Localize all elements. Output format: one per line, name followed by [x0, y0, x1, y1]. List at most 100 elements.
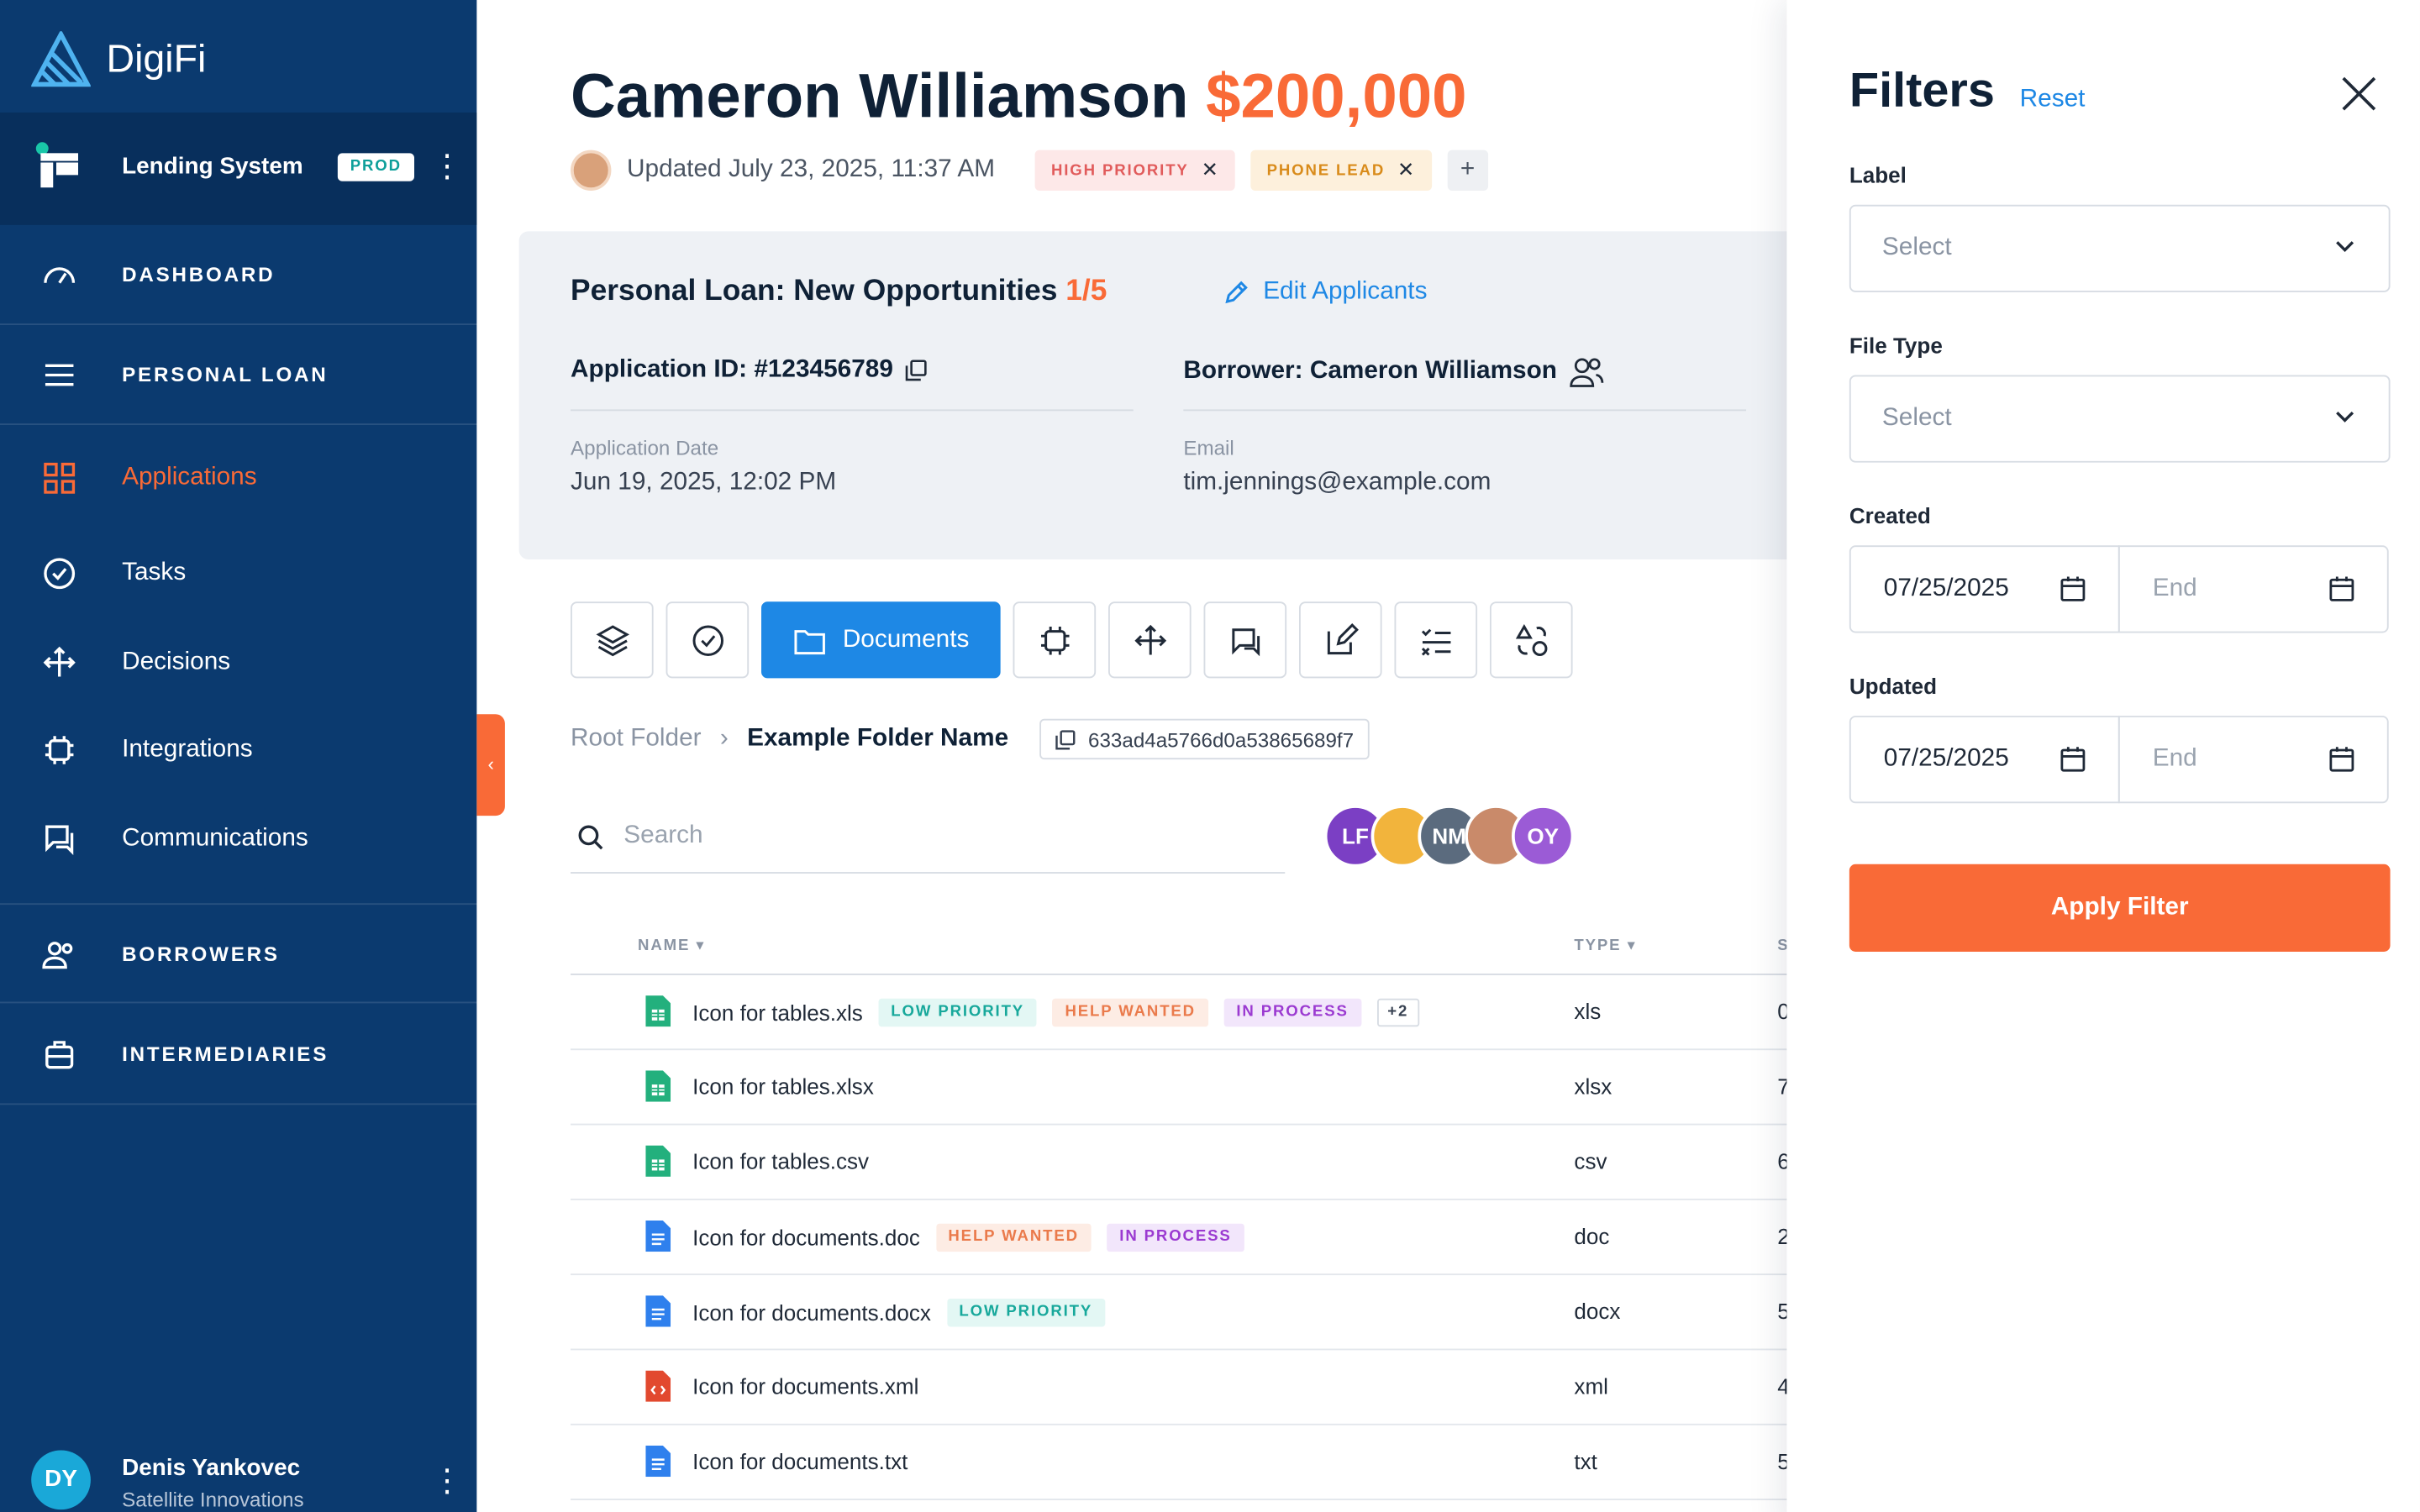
file-size-cell: 5	[1777, 1299, 1786, 1324]
close-icon[interactable]: ✕	[1397, 158, 1416, 183]
breadcrumb-root[interactable]: Root Folder	[571, 725, 702, 753]
file-type-select[interactable]: Select	[1849, 375, 2391, 463]
tab-communications[interactable]	[1203, 601, 1287, 679]
tab-integrations[interactable]	[1013, 601, 1097, 679]
table-row[interactable]: Icon for tables.csv csv 6	[571, 1125, 1787, 1200]
created-end-date[interactable]: End	[2118, 545, 2389, 633]
tab-documents[interactable]: Documents	[761, 601, 1001, 679]
label-chip: IN PROCESS	[1223, 998, 1361, 1027]
nav-borrowers[interactable]: BORROWERS	[0, 903, 477, 1004]
avatar[interactable]: OY	[1512, 805, 1575, 868]
system-switcher[interactable]: Lending System PROD ⋮	[0, 112, 477, 225]
table-row[interactable]: Icon for documents.txt txt 5	[571, 1425, 1787, 1500]
file-size-cell: 5	[1777, 1449, 1786, 1474]
apply-filter-button[interactable]: Apply Filter	[1849, 864, 2391, 952]
table-row[interactable]: Icon for documents.doc HELP WANTED IN PROC…	[571, 1200, 1787, 1276]
tab-shapes[interactable]	[1489, 601, 1573, 679]
nav-personal-loan[interactable]: PERSONAL LOAN	[0, 325, 477, 426]
column-size-header[interactable]: S	[1777, 937, 1786, 954]
edit-note-icon	[1326, 622, 1359, 654]
file-type-cell: xml	[1574, 1373, 1608, 1399]
file-name[interactable]: Icon for documents.txt	[692, 1449, 908, 1474]
checklist-icon	[1420, 627, 1450, 655]
file-type-cell: xlsx	[1574, 1074, 1612, 1099]
updated-start-date[interactable]: 07/25/2025	[1849, 716, 2120, 804]
label-chip: LOW PRIORITY	[946, 1298, 1106, 1327]
more-vertical-icon[interactable]: ⋮	[431, 1461, 462, 1500]
spreadsheet-file-icon	[645, 1070, 671, 1102]
tab-overview[interactable]	[571, 601, 654, 679]
menu-icon	[45, 364, 74, 386]
copy-icon[interactable]	[906, 360, 928, 381]
speedometer-icon	[44, 267, 76, 284]
table-row[interactable]: Icon for documents.docx LOW PRIORITY docx 5	[571, 1275, 1787, 1351]
column-name-header[interactable]: NAME ▾	[638, 937, 705, 954]
date-value: 07/25/2025	[1883, 575, 2009, 602]
sidebar-item-tasks[interactable]: Tasks	[0, 530, 476, 617]
file-name[interactable]: Icon for tables.xls	[692, 1000, 863, 1026]
application-summary-card: Personal Loan: New Opportunities 1/5 Edi…	[518, 231, 1787, 560]
sidebar-item-integrations[interactable]: Integrations	[0, 706, 476, 794]
updated-end-date[interactable]: End	[2118, 716, 2389, 804]
file-name[interactable]: Icon for documents.docx	[692, 1300, 931, 1326]
copy-icon	[1055, 729, 1076, 749]
created-start-date[interactable]: 07/25/2025	[1849, 545, 2120, 633]
sidebar-item-communications[interactable]: Communications	[0, 795, 476, 883]
integrations-icon	[45, 736, 74, 764]
digifi-logo-icon	[31, 31, 91, 87]
breadcrumb-current: Example Folder Name	[747, 725, 1009, 752]
loan-amount: $200,000	[1206, 62, 1467, 132]
calendar-icon	[2060, 576, 2086, 601]
file-name[interactable]: Icon for tables.csv	[692, 1148, 869, 1173]
column-type-header[interactable]: TYPE ▾	[1574, 937, 1636, 954]
file-name[interactable]: Icon for tables.xlsx	[692, 1074, 874, 1099]
collapse-sidebar-button[interactable]: ‹	[476, 714, 505, 816]
borrower-text: Borrower: Cameron Williamson	[1183, 358, 1557, 385]
code-file-icon	[645, 1370, 671, 1402]
file-size-cell: 2	[1777, 1224, 1786, 1249]
close-icon[interactable]: ✕	[1202, 158, 1220, 183]
application-id-text: Application ID: #123456789	[571, 356, 893, 383]
nav-dashboard[interactable]: DASHBOARD	[0, 225, 477, 325]
nav-intermediaries[interactable]: INTERMEDIARIES	[0, 1005, 477, 1105]
more-labels-chip[interactable]: +2	[1376, 998, 1420, 1027]
folder-id-badge[interactable]: 633ad4a5766d0a53865689f7	[1039, 718, 1370, 760]
more-vertical-icon[interactable]: ⋮	[431, 147, 462, 186]
chip-icon	[1040, 626, 1069, 654]
table-row[interactable]: Icon for tables.xlsx xlsx 7	[571, 1050, 1787, 1126]
edit-applicants-link[interactable]: Edit Applicants	[1223, 278, 1427, 306]
reset-button[interactable]: Reset	[2020, 86, 2086, 113]
add-tag-button[interactable]: +	[1447, 150, 1488, 191]
user-profile[interactable]: DY Denis Yankovec Satellite Innovations …	[0, 1422, 476, 1512]
file-name[interactable]: Icon for documents.xml	[692, 1373, 918, 1399]
folder-icon	[794, 629, 825, 654]
calendar-icon	[2329, 576, 2354, 601]
tab-decisions[interactable]	[1108, 601, 1192, 679]
avatar	[571, 150, 612, 191]
close-icon[interactable]	[2334, 69, 2385, 119]
table-row[interactable]: Icon for tables.xls LOW PRIORITY HELP WANT…	[571, 975, 1787, 1051]
tag-high-priority[interactable]: HIGH PRIORITY ✕	[1035, 150, 1236, 191]
search-input[interactable]: Search	[571, 801, 1286, 874]
tab-checklist[interactable]	[1394, 601, 1478, 679]
tab-notes[interactable]	[1298, 601, 1382, 679]
borrower-users-icon[interactable]	[1570, 356, 1604, 387]
email-label: Email	[1183, 436, 1234, 459]
sidebar-item-label: Tasks	[122, 559, 187, 586]
layers-icon	[595, 624, 629, 656]
file-name[interactable]: Icon for documents.doc	[692, 1226, 920, 1251]
brand[interactable]: DigiFi	[31, 31, 206, 87]
tag-phone-lead[interactable]: PHONE LEAD ✕	[1250, 150, 1432, 191]
sidebar-item-applications[interactable]: Applications	[0, 434, 476, 522]
table-row[interactable]: Icon for documents.xml xml 4	[571, 1350, 1787, 1425]
user-company: Satellite Innovations	[122, 1488, 304, 1512]
spreadsheet-file-icon	[645, 1145, 671, 1177]
tab-tasks[interactable]	[666, 601, 750, 679]
file-name-cell: Icon for documents.xml	[692, 1373, 918, 1399]
sidebar-item-decisions[interactable]: Decisions	[0, 619, 476, 706]
date-placeholder: End	[2152, 745, 2197, 773]
file-size-cell: 6	[1777, 1148, 1786, 1173]
label-chip: HELP WANTED	[935, 1223, 1092, 1252]
borrower-name: Borrower: Cameron Williamson	[1183, 356, 1604, 387]
label-select[interactable]: Select	[1849, 204, 2391, 292]
